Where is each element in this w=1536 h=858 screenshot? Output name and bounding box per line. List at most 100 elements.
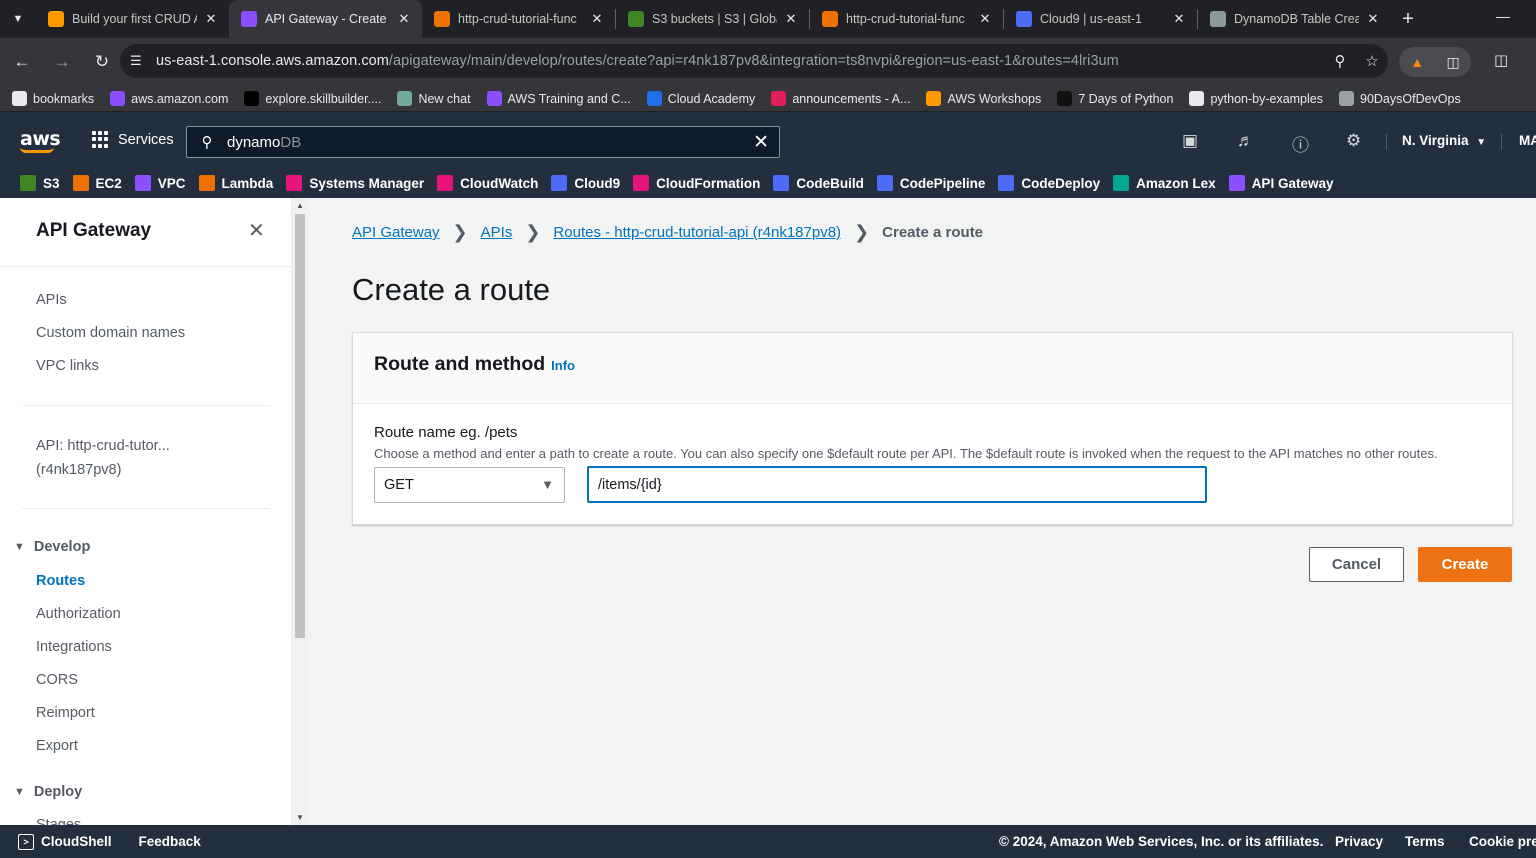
sidenav-scrollbar[interactable]: ▲ ▼ xyxy=(292,198,308,825)
chevron-right-icon: ❯ xyxy=(854,222,870,242)
favorite-service-vpc[interactable]: VPC xyxy=(134,175,186,191)
breadcrumb-apis[interactable]: APIs xyxy=(481,224,513,241)
sidenav-item-stages[interactable]: Stages xyxy=(36,817,81,825)
sidenav-item-routes[interactable]: Routes xyxy=(36,573,85,589)
sidenav-item-vpc-links[interactable]: VPC links xyxy=(36,358,99,374)
browser-tab[interactable]: DynamoDB Table Creat ✕ xyxy=(1198,0,1391,38)
favorite-service-s3[interactable]: S3 xyxy=(20,175,60,191)
bookmark-item[interactable]: AWS Workshops xyxy=(926,91,1041,106)
info-link[interactable]: Info xyxy=(551,358,575,373)
browser-tab[interactable]: S3 buckets | S3 | Globa ✕ xyxy=(616,0,809,38)
sidenav-title[interactable]: API Gateway xyxy=(36,220,151,242)
browser-tab[interactable]: http-crud-tutorial-func ✕ xyxy=(810,0,1003,38)
zoom-icon[interactable]: ⚲ xyxy=(1324,52,1356,70)
bookmark-item[interactable]: aws.amazon.com xyxy=(110,91,228,106)
sidenav-item-authorization[interactable]: Authorization xyxy=(36,606,121,622)
browser-tab[interactable]: API Gateway - Create a ✕ xyxy=(229,0,422,38)
favorite-service-cloud9[interactable]: Cloud9 xyxy=(551,175,620,191)
bookmark-item[interactable]: New chat xyxy=(397,91,471,106)
forward-arrow-icon[interactable]: → xyxy=(44,44,80,80)
privacy-link[interactable]: Privacy xyxy=(1335,834,1383,849)
address-bar[interactable]: ☰ us-east-1.console.aws.amazon.com/apiga… xyxy=(120,44,1388,78)
help-icon[interactable]: ⓘ xyxy=(1292,131,1309,156)
reload-icon[interactable]: ↻ xyxy=(84,44,120,80)
account-menu[interactable]: MA xyxy=(1519,133,1536,148)
minimize-window-icon[interactable]: — xyxy=(1496,8,1510,24)
region-selector[interactable]: N. Virginia ▼ xyxy=(1402,133,1486,148)
favorite-service-codebuild[interactable]: CodeBuild xyxy=(773,175,864,191)
browser-tab[interactable]: Cloud9 | us-east-1 ✕ xyxy=(1004,0,1197,38)
favorite-service-amazon-lex[interactable]: Amazon Lex xyxy=(1113,175,1216,191)
bookmark-label: Cloud Academy xyxy=(667,91,756,106)
route-path-input[interactable] xyxy=(587,466,1207,503)
browser-tab[interactable]: Build your first CRUD A ✕ xyxy=(36,0,229,38)
metamask-fox-icon[interactable]: ▲ xyxy=(1410,54,1424,70)
close-tab-icon[interactable]: ✕ xyxy=(1171,11,1187,27)
favorite-service-cloudformation[interactable]: CloudFormation xyxy=(633,175,760,191)
favorite-service-cloudwatch[interactable]: CloudWatch xyxy=(437,175,538,191)
bookmarks-bar: bookmarks aws.amazon.com explore.skillbuil… xyxy=(0,86,1536,112)
breadcrumb-routes[interactable]: Routes - http-crud-tutorial-api (r4nk187… xyxy=(553,224,841,241)
sidenav-item-cors[interactable]: CORS xyxy=(36,672,78,688)
favorite-service-codepipeline[interactable]: CodePipeline xyxy=(876,175,985,191)
bookmark-star-icon[interactable]: ☆ xyxy=(1356,52,1388,70)
url-text[interactable]: us-east-1.console.aws.amazon.com/apigate… xyxy=(156,53,1324,69)
sidenav-item-integrations[interactable]: Integrations xyxy=(36,639,112,655)
bookmark-item[interactable]: 7 Days of Python xyxy=(1057,91,1173,106)
clear-search-icon[interactable]: ✕ xyxy=(753,131,769,154)
terms-link[interactable]: Terms xyxy=(1405,834,1445,849)
cookie-preferences-link[interactable]: Cookie preferences xyxy=(1469,834,1536,849)
cancel-button[interactable]: Cancel xyxy=(1309,547,1404,582)
bookmark-item[interactable]: bookmarks xyxy=(12,91,94,106)
method-select[interactable]: GET ▼ xyxy=(374,467,565,503)
close-tab-icon[interactable]: ✕ xyxy=(783,11,799,27)
browser-tab[interactable]: http-crud-tutorial-func ✕ xyxy=(422,0,615,38)
new-tab-button[interactable]: + xyxy=(1391,8,1425,31)
favorite-service-ec2[interactable]: EC2 xyxy=(72,175,122,191)
bookmark-item[interactable]: explore.skillbuilder.... xyxy=(244,91,381,106)
create-button[interactable]: Create xyxy=(1418,547,1512,582)
close-tab-icon[interactable]: ✕ xyxy=(977,11,993,27)
bookmark-item[interactable]: AWS Training and C... xyxy=(486,91,631,106)
sidenav-item-apis[interactable]: APIs xyxy=(36,292,67,308)
sidenav-item-reimport[interactable]: Reimport xyxy=(36,705,95,721)
favorite-service-systems-manager[interactable]: Systems Manager xyxy=(286,175,424,191)
favorite-service-api-gateway[interactable]: API Gateway xyxy=(1228,175,1333,191)
extensions-puzzle-icon[interactable]: ◫ xyxy=(1447,54,1460,71)
close-sidenav-icon[interactable]: ✕ xyxy=(248,218,265,243)
breadcrumb-api-gateway[interactable]: API Gateway xyxy=(352,224,440,241)
favorite-service-codedeploy[interactable]: CodeDeploy xyxy=(998,175,1100,191)
feedback-button[interactable]: Feedback xyxy=(139,834,201,849)
scroll-down-icon[interactable]: ▼ xyxy=(296,813,304,822)
close-tab-icon[interactable]: ✕ xyxy=(1365,11,1381,27)
cloudshell-button[interactable]: > CloudShell xyxy=(18,833,112,850)
aws-logo[interactable]: aws xyxy=(20,128,61,153)
tab-search-chevron-icon[interactable]: ▼ xyxy=(0,0,36,38)
scroll-up-icon[interactable]: ▲ xyxy=(296,201,304,210)
bookmark-item[interactable]: Cloud Academy xyxy=(646,91,756,106)
service-icon xyxy=(551,175,568,191)
services-menu-button[interactable]: Services xyxy=(92,131,174,148)
unified-search-input[interactable]: ⚲ dynamo DB ✕ xyxy=(186,126,780,158)
search-autocomplete-ghost: DB xyxy=(280,133,302,151)
close-tab-icon[interactable]: ✕ xyxy=(396,11,412,27)
current-api-label[interactable]: API: http-crud-tutor... (r4nk187pv8) xyxy=(36,434,170,482)
sidenav-item-export[interactable]: Export xyxy=(36,738,78,754)
bookmark-item[interactable]: python-by-examples xyxy=(1189,91,1323,106)
sidenav-section-deploy[interactable]: ▼ Deploy xyxy=(14,784,82,800)
close-tab-icon[interactable]: ✕ xyxy=(589,11,605,27)
side-panel-icon[interactable]: ◫ xyxy=(1494,51,1508,69)
bookmark-item[interactable]: 90DaysOfDevOps xyxy=(1339,91,1461,106)
sidenav-section-develop[interactable]: ▼ Develop xyxy=(14,539,90,555)
scrollbar-thumb[interactable] xyxy=(295,214,305,638)
close-tab-icon[interactable]: ✕ xyxy=(203,11,219,27)
panel-header: Route and method Info xyxy=(353,333,1512,404)
bookmark-item[interactable]: announcements - A... xyxy=(771,91,910,106)
back-arrow-icon[interactable]: ← xyxy=(4,44,40,80)
site-settings-icon[interactable]: ☰ xyxy=(130,53,156,69)
favorite-service-lambda[interactable]: Lambda xyxy=(198,175,273,191)
settings-gear-icon[interactable]: ⚙ xyxy=(1346,131,1361,151)
sidenav-item-custom-domain-names[interactable]: Custom domain names xyxy=(36,325,185,341)
notifications-bell-icon[interactable]: ♬ xyxy=(1237,131,1254,151)
cloudshell-icon[interactable]: ▣ xyxy=(1182,131,1198,151)
